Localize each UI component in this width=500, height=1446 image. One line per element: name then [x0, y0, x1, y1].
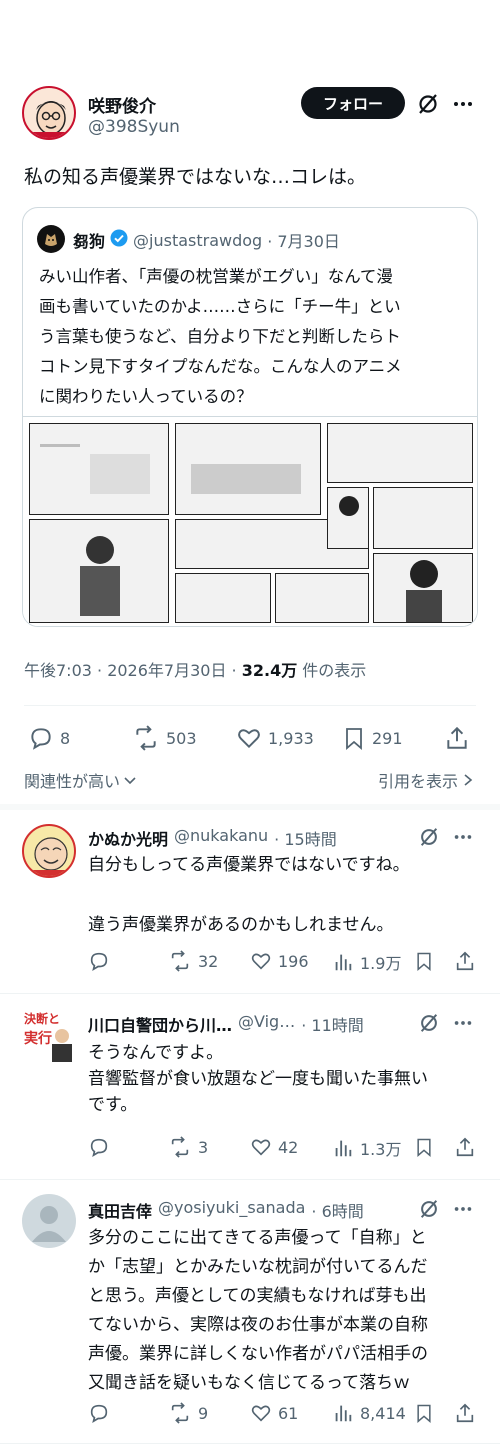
- quote-manga-image[interactable]: [23, 416, 477, 626]
- grok-icon[interactable]: [416, 92, 440, 116]
- reply-button[interactable]: 8: [28, 725, 70, 751]
- avatar-banner-top: 決断と: [24, 1012, 61, 1026]
- reply-author-handle[interactable]: @nukakanu: [174, 826, 268, 850]
- heart-icon: [238, 729, 260, 749]
- follow-label: フォロー: [322, 94, 383, 113]
- repost-icon: [136, 725, 156, 751]
- analytics-icon: [335, 1140, 352, 1157]
- sort-dropdown[interactable]: 関連性が高い: [24, 768, 138, 792]
- like-button[interactable]: 61: [250, 1402, 298, 1424]
- reply-author-name[interactable]: 真田吉倖: [88, 1198, 152, 1222]
- reply-author-name[interactable]: 川口自警団から川…: [88, 1012, 232, 1036]
- more-icon[interactable]: [452, 1198, 474, 1220]
- grok-icon[interactable]: [418, 826, 440, 848]
- share-icon[interactable]: [444, 725, 470, 751]
- repost-icon: [171, 950, 189, 972]
- reply-icon: [90, 952, 108, 971]
- grok-icon[interactable]: [418, 1012, 440, 1034]
- repost-button[interactable]: 32: [168, 950, 218, 972]
- chevron-down-icon: [124, 777, 136, 785]
- reply-author-handle[interactable]: @yosiyuki_sanada: [158, 1198, 305, 1222]
- bookmark-icon: [346, 728, 362, 750]
- quote-date: · 7月30日: [267, 232, 340, 251]
- quote-author-avatar: [37, 225, 65, 253]
- default-avatar-icon[interactable]: [22, 1194, 76, 1248]
- heart-icon: [251, 1139, 271, 1156]
- reply-text: 自分もしってる声優業界ではないですね。 違う声優業界があるのかもしれません。: [88, 855, 410, 935]
- share-icon[interactable]: [454, 950, 476, 972]
- reply-1[interactable]: かぬか光明 @nukakanu · 15時間 自分もしってる声優業界ではないです…: [0, 810, 500, 992]
- view-quotes-link[interactable]: 引用を表示: [378, 768, 474, 792]
- repost-icon: [171, 1402, 189, 1424]
- repost-icon: [171, 1136, 189, 1158]
- views-count: 32.4万: [241, 661, 298, 680]
- share-icon[interactable]: [454, 1136, 476, 1158]
- bookmark-icon[interactable]: [414, 1136, 434, 1158]
- more-icon[interactable]: [452, 1012, 474, 1034]
- reply-icon: [31, 728, 51, 750]
- like-button[interactable]: 42: [250, 1136, 298, 1158]
- reply-time[interactable]: · 11時間: [301, 1012, 364, 1036]
- follow-button[interactable]: フォロー: [301, 87, 405, 119]
- reply-button[interactable]: [88, 1402, 110, 1424]
- reply-avatar[interactable]: 決断と 実行: [22, 1008, 76, 1062]
- views-label: 件の表示: [302, 661, 367, 680]
- more-icon[interactable]: [452, 826, 474, 848]
- reply-author-handle[interactable]: @Vig…: [238, 1012, 295, 1036]
- reply-time[interactable]: · 15時間: [274, 826, 337, 850]
- quote-text: みい山作者、「声優の枕営業がエグい」なんて漫 画も書いていたのかよ……さらに「チ…: [39, 267, 402, 406]
- author-avatar[interactable]: [22, 86, 76, 140]
- reply-text: 多分のここに出てきてる声優って「自称」と か「志望」とかみたいな枕詞が付いてるん…: [88, 1228, 428, 1393]
- analytics-icon: [335, 1405, 352, 1422]
- analytics-icon: [335, 954, 352, 971]
- views-button[interactable]: 8,414: [332, 1402, 406, 1424]
- reply-author-name[interactable]: かぬか光明: [88, 826, 168, 850]
- author-handle[interactable]: @398Syun: [88, 117, 180, 137]
- bookmark-button[interactable]: 291: [342, 725, 403, 751]
- quote-author-handle: @justastrawdog: [133, 230, 263, 250]
- quoted-post[interactable]: 芻狗 @justastrawdog · 7月30日 みい山作者、「声優の枕営業が…: [22, 207, 478, 627]
- quote-author-name: 芻狗: [73, 232, 106, 251]
- repost-button[interactable]: 503: [132, 725, 197, 751]
- reply-icon: [90, 1138, 108, 1157]
- heart-icon: [251, 953, 271, 970]
- repost-button[interactable]: 3: [168, 1136, 208, 1158]
- author-name[interactable]: 咲野俊介: [88, 92, 156, 117]
- views-button[interactable]: 1.3万: [332, 1136, 401, 1160]
- heart-icon: [251, 1405, 271, 1422]
- reply-button[interactable]: [88, 1136, 110, 1158]
- share-icon[interactable]: [454, 1402, 476, 1424]
- reply-text: そうなんですよ。 音響監督が食い放題など一度も聞いた事無い です。: [88, 1043, 428, 1115]
- post-text: 私の知る声優業界ではないな…コレは。: [24, 166, 367, 188]
- verified-badge-icon: [110, 229, 128, 251]
- reply-button[interactable]: [88, 950, 110, 972]
- reply-icon: [90, 1404, 108, 1423]
- like-button[interactable]: 196: [250, 950, 309, 972]
- chevron-right-icon: [464, 774, 473, 786]
- repost-button[interactable]: 9: [168, 1402, 208, 1424]
- bookmark-icon[interactable]: [414, 950, 434, 972]
- reply-3[interactable]: 真田吉倖 @yosiyuki_sanada · 6時間 多分のここに出てきてる声…: [0, 1180, 500, 1446]
- reply-2[interactable]: 決断と 実行 川口自警団から川… @Vig… · 11時間 そうなんですよ。 音…: [0, 994, 500, 1178]
- reply-avatar[interactable]: [22, 824, 76, 878]
- post-timestamp[interactable]: 午後7:03 · 2026年7月30日 · 32.4万 件の表示: [24, 657, 366, 681]
- views-button[interactable]: 1.9万: [332, 950, 401, 974]
- like-button[interactable]: 1,933: [236, 725, 314, 751]
- bookmark-icon[interactable]: [414, 1402, 434, 1424]
- grok-icon[interactable]: [418, 1198, 440, 1220]
- reply-time[interactable]: · 6時間: [311, 1198, 363, 1222]
- more-icon[interactable]: [451, 92, 475, 116]
